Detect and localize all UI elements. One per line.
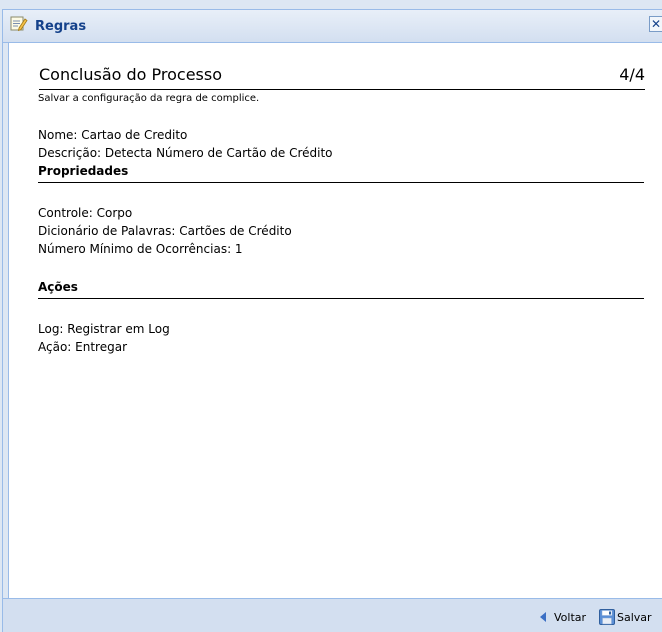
property-control: Controle: Corpo xyxy=(38,206,133,220)
window-footer-toolbar: Voltar Salvar xyxy=(2,598,662,632)
save-button[interactable]: Salvar xyxy=(599,608,652,626)
back-button[interactable]: Voltar xyxy=(540,608,586,626)
action-delivery: Ação: Entregar xyxy=(38,340,127,354)
action-log: Log: Registrar em Log xyxy=(38,322,170,336)
rule-name: Nome: Cartao de Credito xyxy=(38,128,188,142)
rule-description: Descrição: Detecta Número de Cartão de C… xyxy=(38,146,333,160)
rules-edit-icon xyxy=(10,16,28,32)
property-min-occurrences: Número Mínimo de Ocorrências: 1 xyxy=(38,242,243,256)
wizard-step-counter: 4/4 xyxy=(619,65,645,84)
wizard-content: Conclusão do Processo 4/4 Salvar a confi… xyxy=(8,43,662,598)
floppy-disk-icon xyxy=(599,609,615,625)
arrow-left-icon xyxy=(540,612,546,622)
window-titlebar[interactable]: Regras ✕ xyxy=(2,9,662,43)
actions-section-heading: Ações xyxy=(38,280,644,299)
close-button[interactable]: ✕ xyxy=(649,16,662,32)
rules-window: Regras ✕ Conclusão do Processo 4/4 Salva… xyxy=(0,0,662,632)
back-button-label: Voltar xyxy=(554,610,587,624)
wizard-header: Conclusão do Processo 4/4 xyxy=(39,64,645,90)
property-dictionary: Dicionário de Palavras: Cartões de Crédi… xyxy=(38,224,292,238)
save-button-label: Salvar xyxy=(617,610,652,624)
wizard-step-description: Salvar a configuração da regra de compli… xyxy=(38,93,260,104)
properties-section-heading: Propriedades xyxy=(38,164,644,183)
window-title: Regras xyxy=(35,19,87,34)
wizard-step-title: Conclusão do Processo xyxy=(39,65,223,84)
close-icon: ✕ xyxy=(650,17,662,31)
